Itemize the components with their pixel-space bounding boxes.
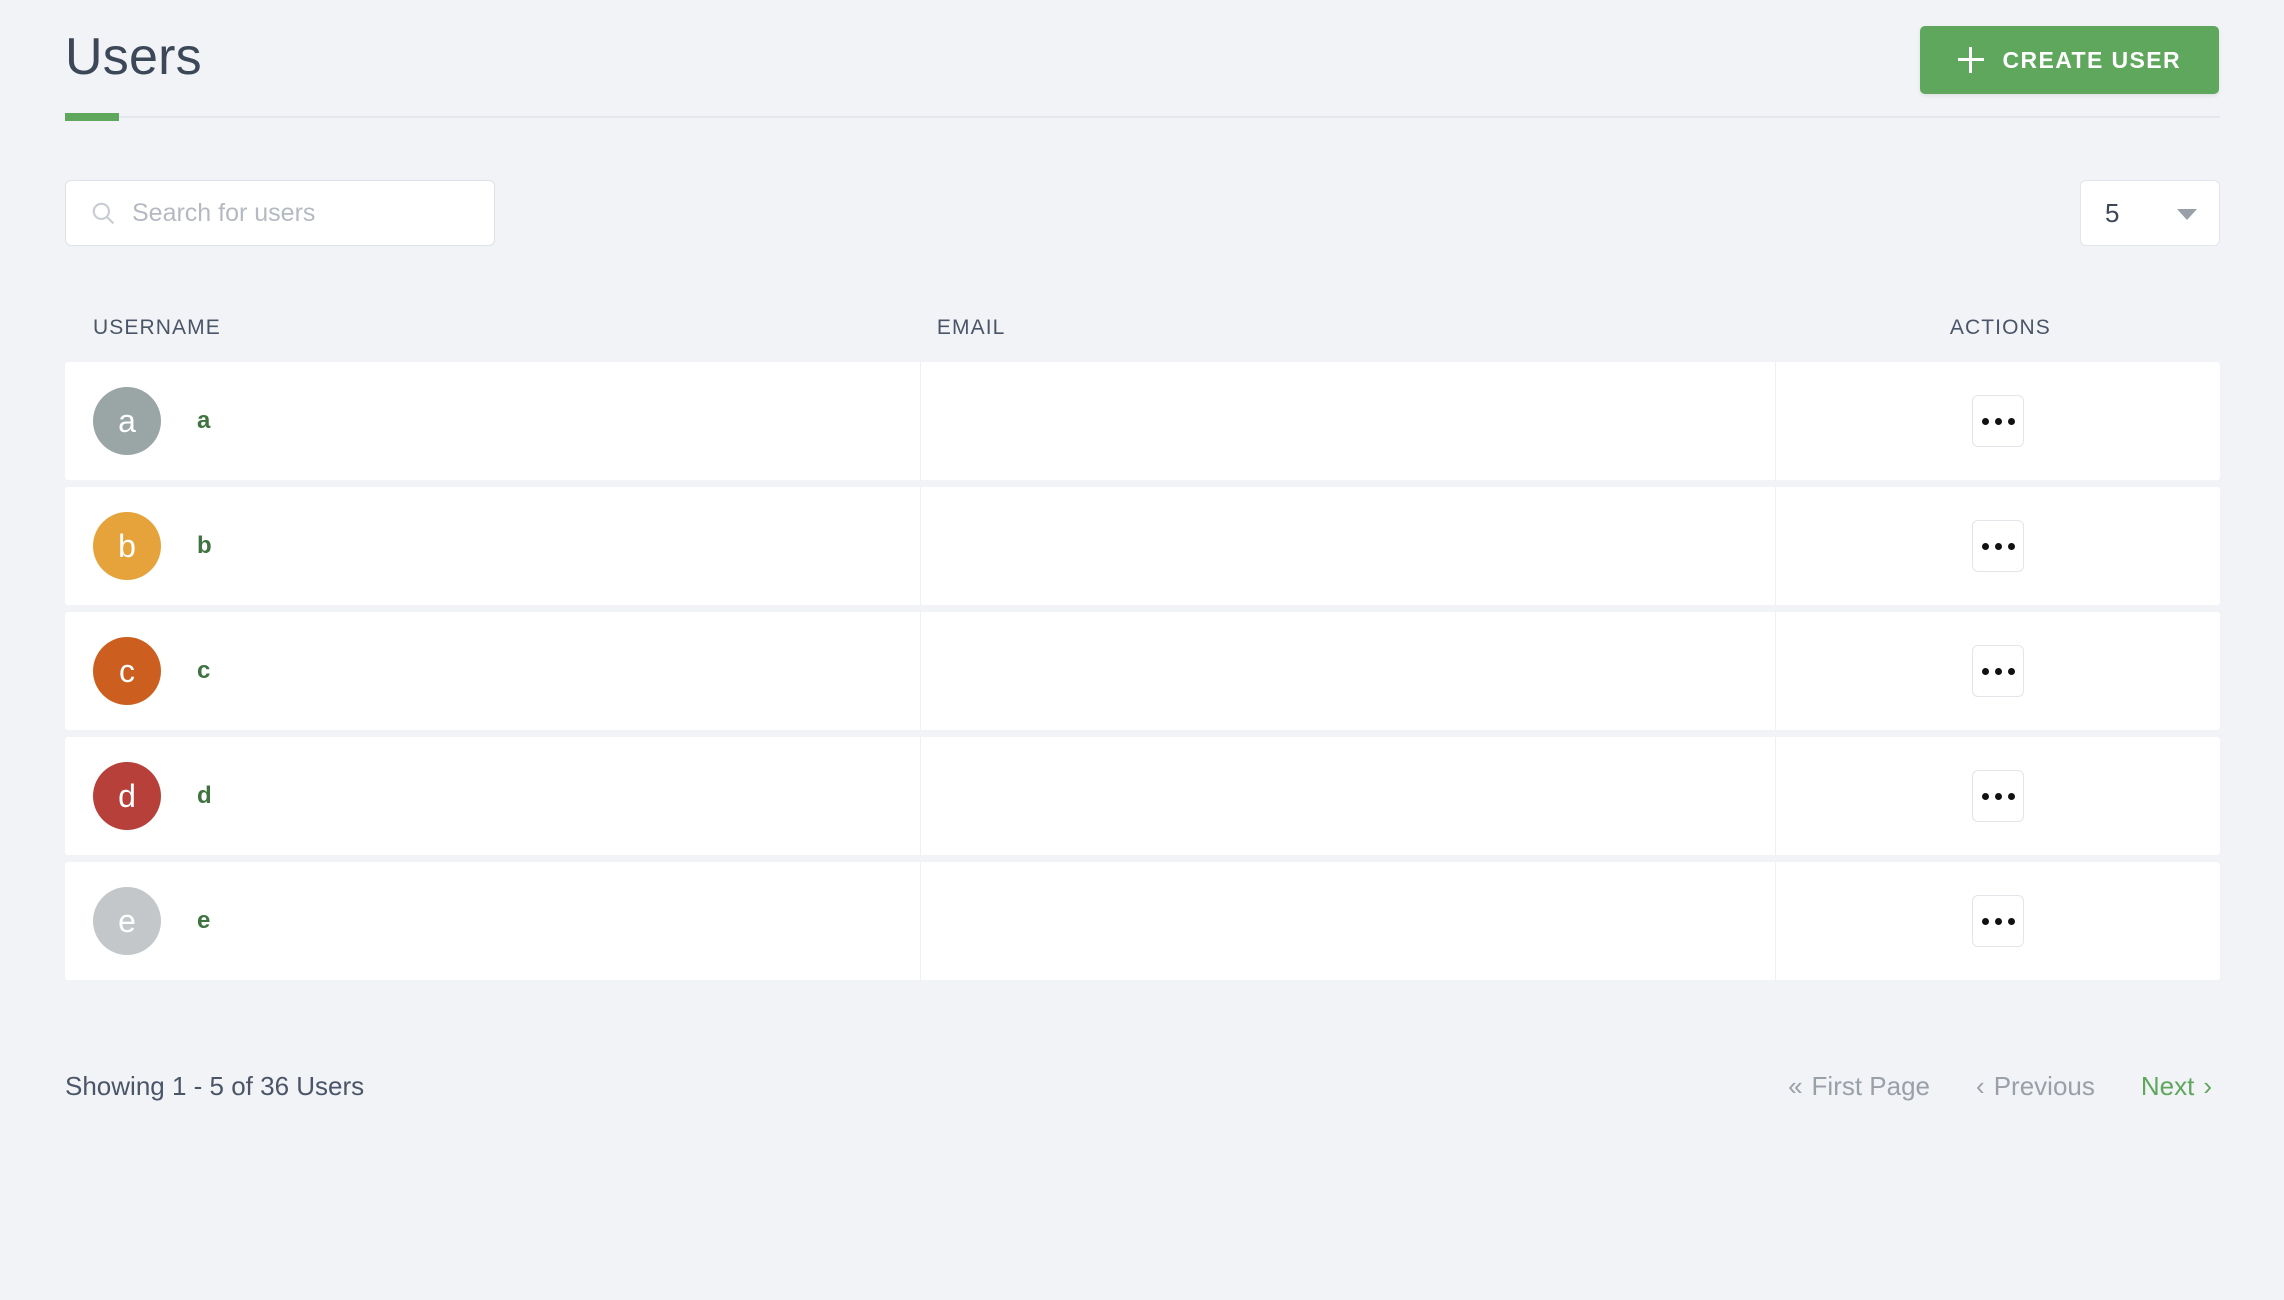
page-header: Users CREATE USER bbox=[0, 0, 2284, 120]
users-table: USERNAME EMAIL ACTIONS a a b b c c d d e… bbox=[65, 300, 2220, 987]
more-options-icon bbox=[1994, 917, 2002, 925]
page-title: Users bbox=[65, 28, 202, 86]
row-actions-button[interactable] bbox=[1972, 395, 2024, 447]
cell-username: b b bbox=[65, 487, 920, 605]
more-options-icon bbox=[2007, 667, 2015, 675]
table-row[interactable]: d d bbox=[65, 737, 2220, 855]
more-options-icon bbox=[1981, 542, 1989, 550]
pagination-next[interactable]: Next › bbox=[2141, 1071, 2212, 1102]
plus-icon bbox=[1958, 47, 1985, 73]
more-options-icon bbox=[1994, 417, 2002, 425]
page-size-select[interactable]: 5 bbox=[2080, 180, 2220, 246]
cell-username: d d bbox=[65, 737, 920, 855]
username-label: e bbox=[197, 907, 211, 934]
more-options-icon bbox=[1994, 667, 2002, 675]
username-label: c bbox=[197, 657, 211, 684]
cell-username: c c bbox=[65, 612, 920, 730]
pagination: « First Page ‹ Previous Next › bbox=[1788, 1071, 2220, 1102]
active-tab-indicator bbox=[65, 113, 119, 121]
more-options-icon bbox=[2007, 542, 2015, 550]
avatar: b bbox=[93, 512, 161, 580]
avatar: d bbox=[93, 762, 161, 830]
cell-email bbox=[920, 487, 1775, 605]
search-input[interactable] bbox=[132, 198, 462, 228]
more-options-icon bbox=[1994, 542, 2002, 550]
pagination-first-page[interactable]: « First Page bbox=[1788, 1071, 1930, 1102]
cell-actions bbox=[1775, 612, 2220, 730]
column-header-username: USERNAME bbox=[93, 316, 221, 339]
showing-count: Showing 1 - 5 of 36 Users bbox=[65, 1070, 365, 1101]
username-label: d bbox=[197, 782, 212, 809]
more-options-icon bbox=[2007, 417, 2015, 425]
avatar: a bbox=[93, 387, 161, 455]
cell-username: a a bbox=[65, 362, 920, 480]
column-header-actions: ACTIONS bbox=[1949, 316, 2051, 339]
table-row[interactable]: e e bbox=[65, 862, 2220, 980]
row-actions-button[interactable] bbox=[1972, 770, 2024, 822]
toolbar: 5 bbox=[65, 180, 2220, 246]
cell-email bbox=[920, 362, 1775, 480]
pagination-previous-label: Previous bbox=[1993, 1070, 2095, 1101]
row-actions-button[interactable] bbox=[1972, 645, 2024, 697]
table-row[interactable]: a a bbox=[65, 362, 2220, 480]
table-row[interactable]: c c bbox=[65, 612, 2220, 730]
more-options-icon bbox=[1981, 917, 1989, 925]
pagination-previous[interactable]: ‹ Previous bbox=[1976, 1071, 2095, 1102]
cell-username: e e bbox=[65, 862, 920, 980]
more-options-icon bbox=[2007, 917, 2015, 925]
column-header-email: EMAIL bbox=[936, 316, 1006, 339]
table-row[interactable]: b b bbox=[65, 487, 2220, 605]
cell-email bbox=[920, 737, 1775, 855]
cell-actions bbox=[1775, 487, 2220, 605]
more-options-icon bbox=[1981, 792, 1989, 800]
cell-actions bbox=[1775, 362, 2220, 480]
cell-actions bbox=[1775, 737, 2220, 855]
search-box[interactable] bbox=[65, 180, 495, 246]
create-user-button[interactable]: CREATE USER bbox=[1920, 26, 2219, 94]
cell-email bbox=[920, 862, 1775, 980]
avatar: c bbox=[93, 637, 161, 705]
more-options-icon bbox=[1981, 417, 1989, 425]
chevron-right-icon: › bbox=[2203, 1071, 2212, 1101]
pagination-next-label: Next bbox=[2140, 1070, 2195, 1101]
row-actions-button[interactable] bbox=[1972, 520, 2024, 572]
table-header-row: USERNAME EMAIL ACTIONS bbox=[65, 300, 2220, 356]
users-page: Users CREATE USER 5 USERNAME EMAIL ACTIO… bbox=[0, 0, 2284, 1300]
more-options-icon bbox=[2007, 792, 2015, 800]
username-label: a bbox=[197, 407, 211, 434]
row-actions-button[interactable] bbox=[1972, 895, 2024, 947]
username-label: b bbox=[197, 532, 212, 559]
chevron-down-icon bbox=[2177, 209, 2197, 220]
table-body: a a b b c c d d e e bbox=[65, 362, 2220, 980]
cell-actions bbox=[1775, 862, 2220, 980]
more-options-icon bbox=[1981, 667, 1989, 675]
more-options-icon bbox=[1994, 792, 2002, 800]
search-icon bbox=[92, 202, 114, 224]
cell-email bbox=[920, 612, 1775, 730]
avatar: e bbox=[93, 887, 161, 955]
chevron-left-icon: ‹ bbox=[1976, 1071, 1985, 1101]
page-size-value: 5 bbox=[2105, 197, 2120, 228]
double-chevron-left-icon: « bbox=[1788, 1071, 1803, 1101]
pagination-first-page-label: First Page bbox=[1811, 1070, 1931, 1101]
create-user-label: CREATE USER bbox=[2002, 46, 2181, 73]
header-divider bbox=[65, 116, 2220, 118]
table-footer: Showing 1 - 5 of 36 Users « First Page ‹… bbox=[65, 1062, 2220, 1110]
